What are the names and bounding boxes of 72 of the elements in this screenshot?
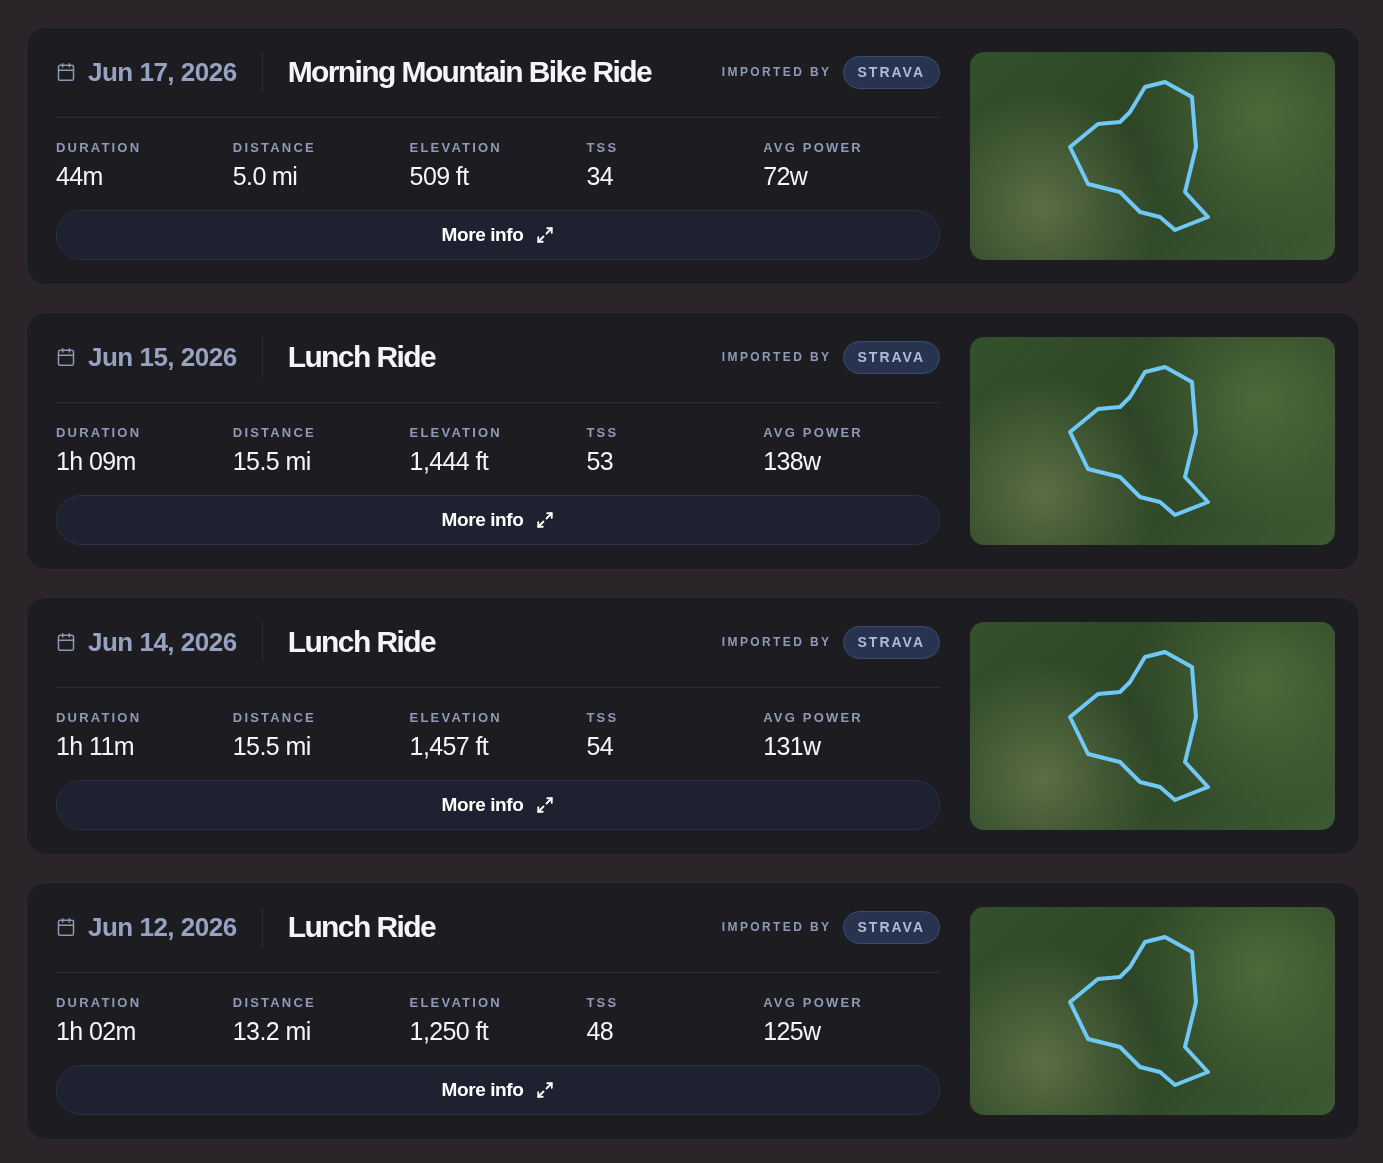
more-info-button[interactable]: More info (56, 1065, 940, 1115)
stat-label: TSS (586, 140, 619, 156)
map-placeholder[interactable] (970, 52, 1335, 260)
stat-value: 15.5 mi (232, 447, 311, 475)
stat-value: 53 (586, 447, 613, 475)
stat-value: 13.2 mi (232, 1017, 311, 1045)
stat-value: 138w (763, 447, 821, 475)
imported-by-label: IMPORTED BY (721, 635, 832, 649)
source-badge: STRAVA (842, 910, 940, 944)
imported-by-label: IMPORTED BY (721, 920, 832, 934)
expand-icon (536, 511, 555, 529)
stat-label: AVG POWER (763, 425, 863, 441)
expand-icon (536, 796, 555, 814)
more-info-button[interactable]: More info (56, 210, 940, 260)
stat-value: 54 (586, 732, 613, 760)
stat-value: 48 (586, 1017, 613, 1045)
more-info-button[interactable]: More info (56, 495, 940, 545)
stat-value: 15.5 mi (232, 732, 311, 760)
stat-value: 5.0 mi (232, 162, 298, 190)
source-badge: STRAVA (842, 55, 940, 89)
stat-label: DISTANCE (232, 710, 316, 726)
stat-label: ELEVATION (409, 995, 502, 1011)
stat-label: DURATION (56, 995, 142, 1011)
activity-date: Jun 14, 2026 (88, 626, 237, 658)
stat-label: AVG POWER (763, 140, 863, 156)
map-placeholder[interactable] (970, 337, 1335, 545)
stat-label: TSS (586, 710, 619, 726)
activity-date: Jun 17, 2026 (88, 56, 237, 88)
stat-value: 44m (56, 162, 103, 190)
stat-value: 1,250 ft (409, 1017, 489, 1045)
calendar-icon (56, 62, 76, 82)
calendar-icon (56, 632, 76, 652)
expand-icon (536, 1081, 555, 1099)
stat-value: 125w (763, 1017, 821, 1045)
stat-label: DISTANCE (232, 140, 316, 156)
activity-date: Jun 12, 2026 (88, 911, 237, 943)
stat-label: AVG POWER (763, 710, 863, 726)
stat-value: 1h 11m (56, 732, 134, 760)
activity-title: Lunch Ride (287, 910, 435, 944)
imported-by-label: IMPORTED BY (721, 350, 832, 364)
activity-date: Jun 15, 2026 (88, 341, 237, 373)
stat-value: 1h 09m (56, 447, 136, 475)
stat-label: DURATION (56, 140, 142, 156)
source-badge: STRAVA (842, 340, 940, 374)
stat-label: DURATION (56, 710, 142, 726)
stat-label: ELEVATION (409, 710, 502, 726)
stat-label: DISTANCE (232, 995, 316, 1011)
stat-label: DISTANCE (232, 425, 316, 441)
expand-icon (536, 226, 555, 244)
calendar-icon (56, 917, 76, 937)
calendar-icon (56, 347, 76, 367)
source-badge: STRAVA (842, 625, 940, 659)
more-info-button[interactable]: More info (56, 780, 940, 830)
stat-label: ELEVATION (409, 140, 502, 156)
stat-label: TSS (586, 425, 619, 441)
stat-value: 509 ft (409, 162, 469, 190)
stat-label: AVG POWER (763, 995, 863, 1011)
stat-value: 34 (586, 162, 613, 190)
stat-label: TSS (586, 995, 619, 1011)
imported-by-label: IMPORTED BY (721, 65, 832, 79)
map-placeholder[interactable] (970, 907, 1335, 1115)
stat-value: 131w (763, 732, 821, 760)
stat-value: 1,457 ft (409, 732, 489, 760)
activity-title: Morning Mountain Bike Ride (287, 55, 652, 89)
activity-title: Lunch Ride (287, 340, 435, 374)
stat-label: DURATION (56, 425, 142, 441)
map-placeholder[interactable] (970, 622, 1335, 830)
activity-title: Lunch Ride (287, 625, 435, 659)
stat-value: 1h 02m (56, 1017, 136, 1045)
stat-label: ELEVATION (409, 425, 502, 441)
stat-value: 72w (763, 162, 808, 190)
stat-value: 1,444 ft (409, 447, 489, 475)
